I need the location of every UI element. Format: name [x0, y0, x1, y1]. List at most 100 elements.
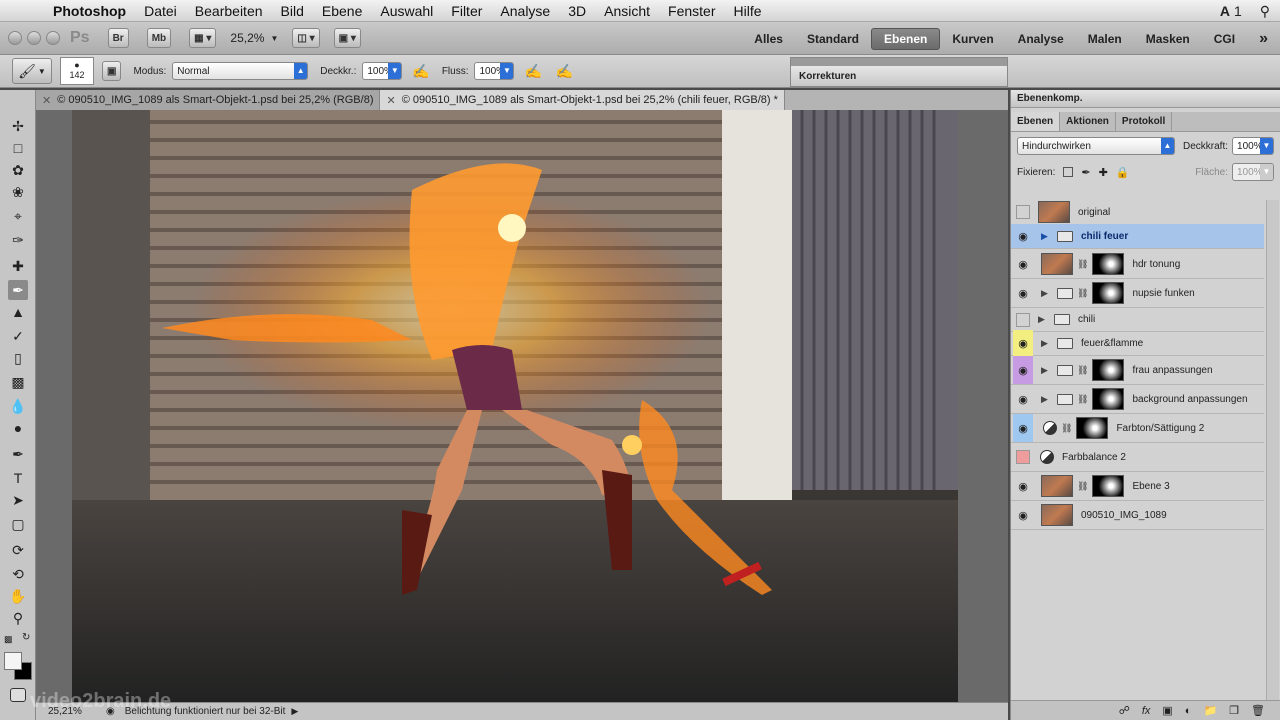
mask-link-icon[interactable]: ⛓ — [1077, 394, 1088, 405]
menu-auswahl[interactable]: Auswahl — [371, 3, 442, 19]
path-selection-tool-icon[interactable]: ➤ — [8, 490, 28, 510]
view-extras-button[interactable]: ▦ ▾ — [189, 28, 217, 48]
brush-tool-icon[interactable]: ✒ — [8, 280, 28, 300]
workspace-alles[interactable]: Alles — [742, 28, 795, 50]
shape-tool-icon[interactable]: ▢ — [8, 514, 28, 534]
menu-datei[interactable]: Datei — [135, 3, 186, 19]
marquee-tool-icon[interactable]: □ — [8, 138, 28, 158]
type-tool-icon[interactable]: T — [8, 468, 28, 488]
gradient-tool-icon[interactable]: ▩ — [8, 372, 28, 392]
layers-scrollbar[interactable] — [1266, 200, 1279, 700]
document-tab-active[interactable]: ✕ © 090510_IMG_1089 als Smart-Objekt-1.p… — [380, 90, 785, 110]
layer-row[interactable]: ◉ ⛓ Ebene 3 — [1011, 472, 1264, 501]
lasso-tool-icon[interactable]: ✿ — [8, 160, 28, 180]
hand-tool-icon[interactable]: ✋ — [8, 586, 28, 606]
menu-ansicht[interactable]: Ansicht — [595, 3, 659, 19]
layer-row[interactable]: ◉ ⛓ hdr tonung — [1011, 250, 1264, 279]
visibility-empty-icon[interactable] — [1016, 450, 1030, 464]
visibility-eye-icon[interactable]: ◉ — [1013, 356, 1033, 384]
adobe-icon[interactable]: A — [1220, 3, 1230, 19]
menu-fenster[interactable]: Fenster — [659, 3, 724, 19]
close-icon[interactable]: ✕ — [386, 94, 395, 107]
canvas-area[interactable] — [36, 110, 1008, 702]
layer-row[interactable]: ◉ ▶ feuer&flamme — [1011, 329, 1264, 358]
mask-link-icon[interactable]: ⛓ — [1077, 481, 1088, 492]
more-workspaces-button[interactable]: » — [1247, 28, 1280, 50]
expand-triangle-icon[interactable]: ▶ — [1041, 231, 1053, 242]
panel-drag-bar[interactable] — [791, 58, 1007, 66]
menu-bild[interactable]: Bild — [272, 3, 313, 19]
blur-tool-icon[interactable]: 💧 — [8, 396, 28, 416]
notification-count[interactable]: 1 — [1234, 3, 1242, 19]
fluss-input[interactable]: 100% ▼ — [474, 62, 515, 80]
lock-transparency-icon[interactable] — [1063, 167, 1074, 177]
layer-row[interactable]: ◉ ▶ ⛓ frau anpassungen — [1011, 356, 1264, 385]
menu-hilfe[interactable]: Hilfe — [725, 3, 771, 19]
expand-triangle-icon[interactable]: ▶ — [1041, 394, 1053, 405]
workspace-analyse[interactable]: Analyse — [1006, 28, 1076, 50]
link-layers-icon[interactable]: ☍ — [1119, 704, 1130, 717]
mask-link-icon[interactable]: ⛓ — [1077, 288, 1088, 299]
layer-mask-thumbnail[interactable] — [1092, 388, 1125, 410]
layer-row[interactable]: Farbbalance 2 — [1011, 443, 1264, 472]
close-icon[interactable]: ✕ — [42, 94, 51, 107]
zoom-tool-icon[interactable]: ⚲ — [8, 608, 28, 628]
mini-bridge-button[interactable]: Mb — [146, 28, 172, 48]
quick-selection-tool-icon[interactable]: ❀ — [8, 182, 28, 202]
3d-rotate-tool-icon[interactable]: ⟳ — [8, 540, 28, 560]
bridge-button[interactable]: Br — [107, 28, 129, 48]
pressure-opacity-icon[interactable]: ✍ — [412, 63, 429, 80]
workspace-kurven[interactable]: Kurven — [940, 28, 1005, 50]
delete-layer-icon[interactable]: 🗑 — [1251, 704, 1265, 717]
new-group-icon[interactable]: 📁 — [1203, 704, 1217, 717]
tab-protokoll[interactable]: Protokoll — [1116, 112, 1173, 131]
tab-ebenen[interactable]: Ebenen — [1011, 112, 1061, 131]
expand-triangle-icon[interactable]: ▶ — [1038, 314, 1050, 325]
clone-stamp-tool-icon[interactable]: ▲ — [8, 302, 28, 322]
close-window-button[interactable] — [8, 31, 22, 45]
workspace-standard[interactable]: Standard — [795, 28, 871, 50]
adjustment-layer-icon[interactable]: ◐ — [1185, 705, 1192, 717]
pen-tool-icon[interactable]: ✒ — [8, 444, 28, 464]
visibility-eye-icon[interactable]: ◉ — [1013, 501, 1033, 529]
crop-tool-icon[interactable]: ⌖ — [8, 206, 28, 226]
quick-mask-icon[interactable] — [10, 688, 26, 702]
layer-mask-thumbnail[interactable] — [1076, 417, 1109, 439]
zoom-level-select[interactable]: 25,2% ▼ — [230, 31, 278, 45]
minimize-window-button[interactable] — [27, 31, 41, 45]
deckkraft-input[interactable]: 100% ▼ — [362, 62, 403, 80]
mask-link-icon[interactable]: ⛓ — [1077, 365, 1088, 376]
default-colors-icon[interactable]: ▩ — [4, 634, 13, 645]
ebenenkomp-panel-title[interactable]: Ebenenkomp. — [1011, 90, 1280, 108]
foreground-color-swatch[interactable] — [4, 652, 22, 670]
blend-mode-select[interactable]: Hindurchwirken ▲ — [1017, 137, 1175, 155]
layer-row[interactable]: original — [1011, 198, 1264, 227]
history-brush-tool-icon[interactable]: ✓ — [8, 326, 28, 346]
document-tab[interactable]: ✕ © 090510_IMG_1089 als Smart-Objekt-1.p… — [36, 90, 381, 110]
layer-row[interactable]: ◉ ⛓ Farbton/Sättigung 2 — [1011, 414, 1264, 443]
add-mask-icon[interactable]: ▣ — [1162, 704, 1172, 717]
mask-link-icon[interactable]: ⛓ — [1061, 423, 1072, 434]
move-tool-icon[interactable]: ✢ — [8, 116, 28, 136]
expand-triangle-icon[interactable]: ▶ — [1041, 365, 1053, 376]
pressure-size-icon[interactable]: ✍ — [556, 63, 573, 80]
layer-mask-thumbnail[interactable] — [1092, 253, 1125, 275]
swap-colors-icon[interactable]: ↻ — [22, 632, 30, 643]
layer-mask-thumbnail[interactable] — [1092, 475, 1125, 497]
spotlight-search-icon[interactable]: ⚲ — [1260, 3, 1270, 20]
modus-select[interactable]: Normal ▲ — [172, 62, 309, 80]
brush-panel-toggle[interactable]: ▣ — [102, 61, 122, 81]
layer-row[interactable]: ◉ 090510_IMG_1089 — [1011, 501, 1264, 530]
eraser-tool-icon[interactable]: ▯ — [8, 348, 28, 368]
visibility-eye-icon[interactable]: ◉ — [1013, 385, 1033, 413]
layer-mask-thumbnail[interactable] — [1092, 282, 1125, 304]
screen-mode-button[interactable]: ▣ ▾ — [333, 28, 361, 48]
eyedropper-tool-icon[interactable]: ✑ — [8, 230, 28, 250]
workspace-malen[interactable]: Malen — [1076, 28, 1134, 50]
layer-row[interactable]: ◉ ▶ chili feuer — [1011, 224, 1264, 249]
workspace-ebenen[interactable]: Ebenen — [870, 27, 941, 50]
layer-mask-thumbnail[interactable] — [1092, 359, 1125, 381]
visibility-eye-icon[interactable]: ◉ — [1013, 414, 1033, 442]
expand-triangle-icon[interactable]: ▶ — [1041, 338, 1053, 349]
layer-row[interactable]: ▶ chili — [1011, 308, 1264, 332]
